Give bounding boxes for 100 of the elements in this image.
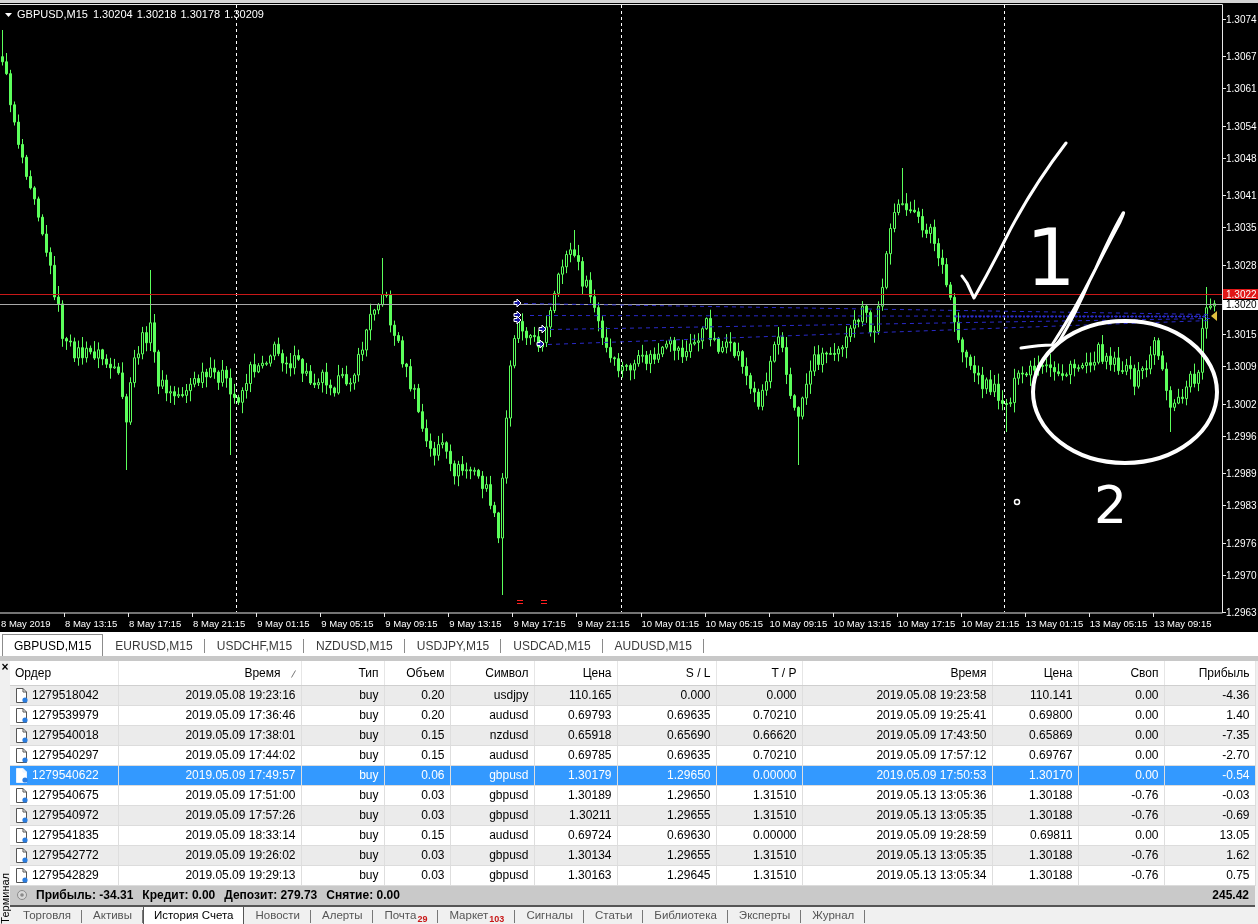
table-cell: 0.20 (384, 705, 450, 725)
chart-tab[interactable]: USDCAD,M15 (501, 634, 603, 656)
table-cell: 1.30134 (534, 845, 617, 865)
table-cell: 0.66620 (716, 725, 802, 745)
table-cell: -7.35 (1164, 725, 1255, 745)
column-header[interactable]: T / P (716, 661, 802, 685)
table-cell: 0.00 (1078, 705, 1164, 725)
ask-price-label: 1.3022 (1223, 289, 1258, 301)
close-button[interactable]: × (0, 661, 10, 672)
time-axis-label: 9 May 21:15 (577, 617, 630, 629)
time-axis-label: 10 May 09:15 (769, 617, 828, 629)
total-profit: 245.42 (1212, 887, 1249, 903)
chart-tab[interactable]: AUDUSD,M15 (602, 634, 704, 656)
terminal-tab[interactable]: Активы (82, 906, 143, 924)
table-cell: 0.69635 (617, 705, 716, 725)
column-header[interactable]: Символ (450, 661, 534, 685)
table-cell: 0.65918 (534, 725, 617, 745)
table-row[interactable]: 1279540675 2019.05.09 17:51:00 buy 0.03 gbpusd 1.30189 1.29650 1.31510 2019.05.13 13:05:36 1.30188 -0.76 -0.03 (10, 785, 1255, 805)
table-row[interactable]: 1279542772 2019.05.09 19:26:02 buy 0.03 gbpusd 1.30134 1.29655 1.31510 2019.05.13 13:05:35 1.30188 -0.76 1.62 (10, 845, 1255, 865)
table-cell: 0.69800 (992, 705, 1078, 725)
terminal-tab[interactable]: Статьи (584, 906, 644, 924)
table-cell: 0.65690 (617, 725, 716, 745)
column-header[interactable]: Своп (1078, 661, 1164, 685)
table-cell: 110.141 (992, 685, 1078, 705)
table-cell: -4.36 (1164, 685, 1255, 705)
table-cell: gbpusd (450, 785, 534, 805)
column-header[interactable]: Объем (384, 661, 450, 685)
table-row[interactable]: 1279540297 2019.05.09 17:44:02 buy 0.15 audusd 0.69785 0.69635 0.70210 2019.05.09 17:57:12 0.69767 0.00 -2.70 (10, 745, 1255, 765)
terminal-tab[interactable]: Новости (244, 906, 311, 924)
table-cell: 1.30188 (992, 805, 1078, 825)
table-cell: buy (301, 685, 384, 705)
table-cell: 0.69811 (992, 825, 1078, 845)
terminal-tab[interactable]: История Счета (142, 906, 245, 924)
column-header[interactable]: Цена (534, 661, 617, 685)
column-header[interactable]: Время (118, 661, 301, 685)
table-cell: 1.30189 (534, 785, 617, 805)
table-cell: 2019.05.08 19:23:58 (802, 685, 992, 705)
price-axis-label: 1.3048 (1226, 152, 1257, 164)
table-cell: 1279518042 (32, 687, 99, 703)
quote-value: 1.30204 (92, 8, 133, 21)
chart-tab[interactable]: NZDUSD,M15 (304, 634, 405, 656)
terminal-tab[interactable]: Алерты (311, 906, 374, 924)
table-cell: 2019.05.09 17:57:12 (802, 745, 992, 765)
chart-tab[interactable]: USDJPY,M15 (404, 634, 502, 656)
table-cell: 1.30179 (534, 765, 617, 785)
table-row[interactable]: 1279518042 2019.05.08 19:23:16 buy 0.20 usdjpy 110.165 0.000 0.000 2019.05.08 19:23:58 110.141 0.00 -4.36 (10, 685, 1255, 705)
terminal-tab[interactable]: Маркет$_{103}$ (438, 906, 516, 924)
time-axis-label: 8 May 13:15 (65, 617, 118, 629)
price-axis-label: 1.2963 (1226, 607, 1257, 618)
table-row[interactable]: 1279541835 2019.05.09 18:33:14 buy 0.15 audusd 0.69724 0.69630 0.00000 2019.05.09 19:28:59 0.69811 0.00 13.05 (10, 825, 1255, 845)
table-cell: gbpusd (450, 805, 534, 825)
terminal-tab[interactable]: Торговля (12, 906, 83, 924)
table-cell: 2019.05.09 19:25:41 (802, 705, 992, 725)
table-row[interactable]: 1279539979 2019.05.09 17:36:46 buy 0.20 audusd 0.69793 0.69635 0.70210 2019.05.09 19:25:41 0.69800 0.00 1.40 (10, 705, 1255, 725)
table-cell: -0.76 (1078, 845, 1164, 865)
time-axis-label: 9 May 01:15 (257, 617, 310, 629)
table-cell: buy (301, 845, 384, 865)
price-axis-label: 1.2996 (1226, 430, 1257, 442)
table-cell: 0.70210 (716, 745, 802, 765)
chart-tab[interactable]: EURUSD,M15 (103, 634, 205, 656)
column-header[interactable]: Тип (301, 661, 384, 685)
document-icon (15, 867, 28, 883)
table-row[interactable]: 1279540972 2019.05.09 17:57:26 buy 0.03 gbpusd 1.30211 1.29655 1.31510 2019.05.13 13:05:35 1.30188 -0.76 -0.69 (10, 805, 1255, 825)
table-cell: 0.69785 (534, 745, 617, 765)
terminal-tab[interactable]: Почта$_{29}$ (373, 906, 439, 924)
table-cell: -0.76 (1078, 805, 1164, 825)
column-header[interactable]: Ордер (10, 661, 118, 685)
price-axis-label: 1.3009 (1226, 361, 1257, 373)
column-header[interactable]: Цена (992, 661, 1078, 685)
table-row[interactable]: 1279540018 2019.05.09 17:38:01 buy 0.15 nzdusd 0.65918 0.65690 0.66620 2019.05.09 17:43:50 0.65869 0.00 -7.35 (10, 725, 1255, 745)
table-cell: 0.00 (1078, 725, 1164, 745)
table-row[interactable]: 1279542829 2019.05.09 19:29:13 buy 0.03 gbpusd 1.30163 1.29645 1.31510 2019.05.13 13:05:34 1.30188 -0.76 0.75 (10, 865, 1255, 885)
time-axis-label: 10 May 17:15 (897, 617, 956, 629)
document-icon (15, 727, 28, 743)
table-cell: 0.00000 (716, 825, 802, 845)
terminal-tab[interactable]: Эксперты (727, 906, 802, 924)
column-header[interactable]: Время (802, 661, 992, 685)
table-cell: 1279540297 (32, 747, 99, 763)
table-cell: 2019.05.09 18:33:14 (118, 825, 301, 845)
table-cell: 1279542772 (32, 847, 99, 863)
column-header[interactable]: Прибыль (1164, 661, 1255, 685)
table-cell: 0.000 (617, 685, 716, 705)
table-cell: 0.00 (1078, 745, 1164, 765)
summary-value: Кредит: 0.00 (142, 887, 216, 903)
dash-marker-icon (516, 600, 524, 604)
summary-value: Депозит: 279.73 (224, 887, 318, 903)
table-cell: buy (301, 865, 384, 885)
document-icon (15, 767, 28, 783)
chart-symbol: GBPUSD,M15 (17, 8, 88, 21)
column-header[interactable]: S / L (617, 661, 716, 685)
table-cell: 110.165 (534, 685, 617, 705)
chart-tab[interactable]: GBPUSD,M15 (2, 634, 104, 656)
chart-tab[interactable]: USDCHF,M15 (204, 634, 305, 656)
table-cell: 0.15 (384, 725, 450, 745)
table-cell: 1279540018 (32, 727, 99, 743)
table-cell: 0.03 (384, 785, 450, 805)
terminal-tab[interactable]: Журнал (801, 906, 866, 924)
triangle-down-icon[interactable] (5, 12, 12, 17)
terminal-tab[interactable]: Сигналы (515, 906, 585, 924)
terminal-tab[interactable]: Библиотека (643, 906, 728, 924)
